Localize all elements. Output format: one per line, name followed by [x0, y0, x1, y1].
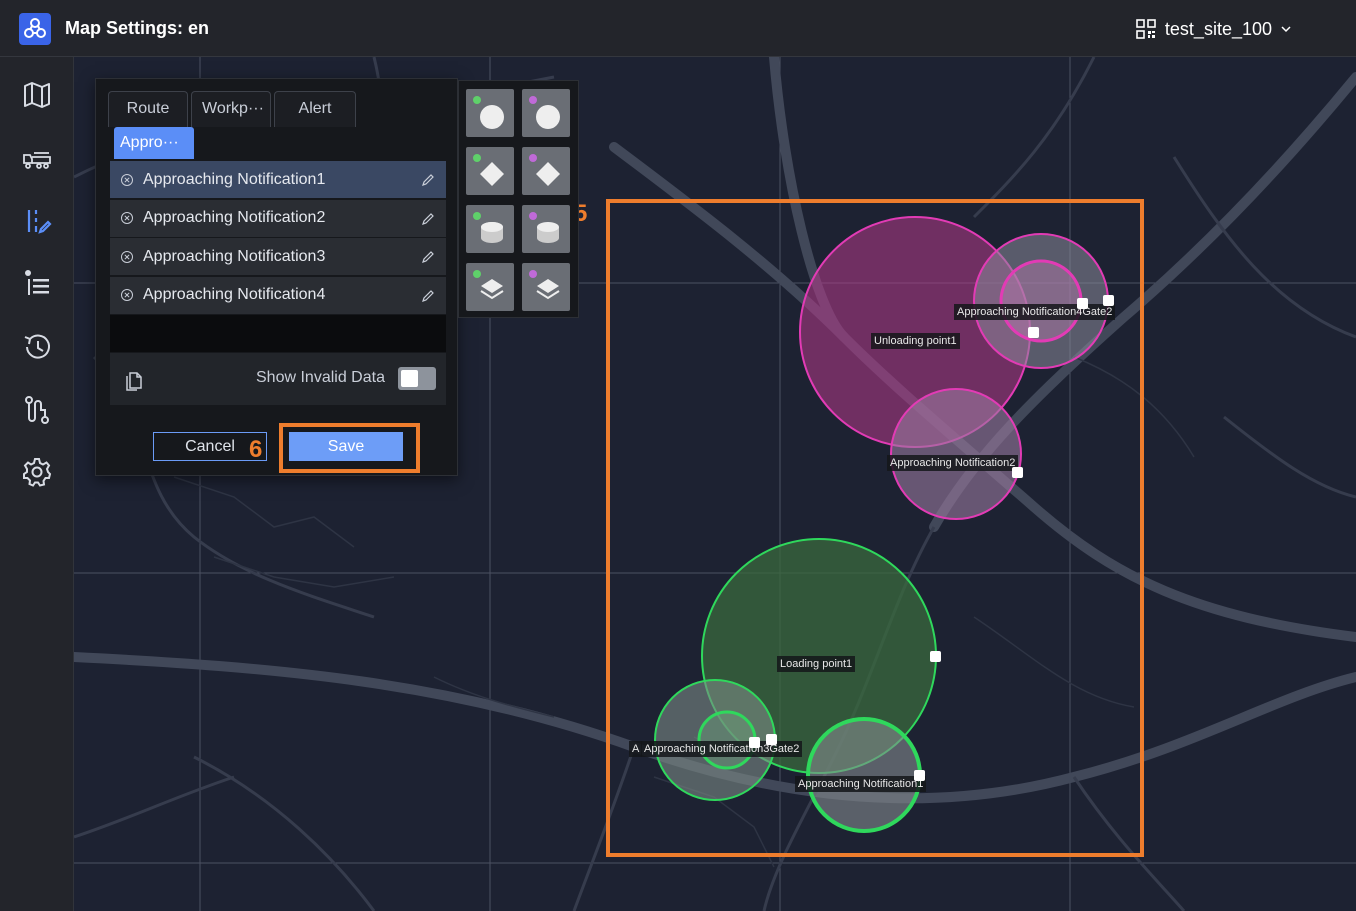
- chevron-down-icon: [1280, 23, 1292, 35]
- cylinder-zone-purple-button[interactable]: [522, 205, 570, 253]
- map-label: Loading point1: [777, 656, 856, 672]
- map-label: Approaching Notification3Gate2: [641, 741, 803, 757]
- list-empty-area: [110, 315, 446, 352]
- map-label: Approaching Notification2: [887, 455, 1019, 471]
- layers-zone-green-button[interactable]: [466, 263, 514, 311]
- list-item[interactable]: Approaching Notification2: [110, 199, 446, 237]
- site-selector[interactable]: test_site_100: [1135, 16, 1292, 42]
- zone-handle[interactable]: [1012, 467, 1023, 478]
- zone-handle[interactable]: [1077, 298, 1088, 309]
- list-item-label: Approaching Notification2: [143, 209, 326, 226]
- remove-icon[interactable]: [120, 250, 134, 264]
- list-item[interactable]: Approaching Notification4: [110, 276, 446, 314]
- toggle-knob: [401, 370, 418, 387]
- list-item-label: Approaching Notification3: [143, 247, 326, 265]
- site-name: test_site_100: [1164, 18, 1272, 39]
- settings-panel: Route Workp··· Alert Appro··· Approachin…: [95, 78, 458, 476]
- edit-icon[interactable]: [420, 288, 436, 304]
- zone-handle[interactable]: [1028, 327, 1039, 338]
- page-title: Map Settings: en: [65, 18, 210, 38]
- diamond-zone-purple-button[interactable]: [522, 147, 570, 195]
- edit-icon[interactable]: [420, 172, 436, 188]
- list-item[interactable]: Approaching Notification3: [110, 238, 446, 275]
- tab-workpoint[interactable]: Workp···: [191, 91, 271, 127]
- qr-code-icon: [1135, 18, 1157, 40]
- cylinder-zone-green-button[interactable]: [466, 205, 514, 253]
- show-invalid-label: Show Invalid Data: [256, 369, 385, 386]
- list-item-label: Approaching Notification4: [143, 286, 326, 303]
- map-label: Approaching Notification1: [795, 776, 927, 792]
- sidebar: [0, 57, 74, 911]
- map-label: Unloading point1: [871, 333, 960, 349]
- path-icon[interactable]: [19, 392, 55, 428]
- map-icon[interactable]: [19, 77, 55, 113]
- gear-icon[interactable]: [19, 454, 55, 490]
- remove-icon[interactable]: [120, 288, 134, 302]
- circle-zone-green-button[interactable]: [466, 89, 514, 137]
- truck-icon[interactable]: [19, 141, 55, 177]
- list-icon[interactable]: [19, 266, 55, 302]
- circle-zone-purple-button[interactable]: [522, 89, 570, 137]
- diamond-zone-green-button[interactable]: [466, 147, 514, 195]
- show-invalid-toggle[interactable]: [398, 367, 436, 390]
- copy-icon[interactable]: [124, 369, 144, 391]
- zone-handle[interactable]: [1103, 295, 1114, 306]
- list-item[interactable]: Approaching Notification1: [110, 161, 446, 198]
- route-edit-icon[interactable]: [19, 203, 55, 239]
- shape-palette: [458, 80, 579, 318]
- tab-alert[interactable]: Alert: [274, 91, 356, 127]
- app-header: Map Settings: en test_site_100: [0, 0, 1356, 57]
- app-logo-icon[interactable]: [19, 13, 51, 45]
- notification-list: Approaching Notification1 Approaching No…: [110, 161, 446, 315]
- remove-icon[interactable]: [120, 211, 134, 225]
- annotation-number-6: 6: [249, 436, 263, 463]
- remove-icon[interactable]: [120, 173, 134, 187]
- save-button[interactable]: Save: [289, 432, 403, 461]
- tab-bar: Route Workp··· Alert: [108, 91, 356, 127]
- zone-handle[interactable]: [930, 651, 941, 662]
- tab-approaching[interactable]: Appro···: [114, 127, 194, 159]
- edit-icon[interactable]: [420, 211, 436, 227]
- history-icon[interactable]: [19, 329, 55, 365]
- zone-handle[interactable]: [914, 770, 925, 781]
- list-item-label: Approaching Notification1: [143, 170, 326, 188]
- map-label: Approaching Notification4Gate2: [954, 304, 1116, 320]
- tab-route[interactable]: Route: [108, 91, 188, 127]
- edit-icon[interactable]: [420, 249, 436, 265]
- layers-zone-purple-button[interactable]: [522, 263, 570, 311]
- panel-footer: Show Invalid Data: [110, 353, 446, 405]
- zone-handle[interactable]: [766, 734, 777, 745]
- zone-handle[interactable]: [749, 737, 760, 748]
